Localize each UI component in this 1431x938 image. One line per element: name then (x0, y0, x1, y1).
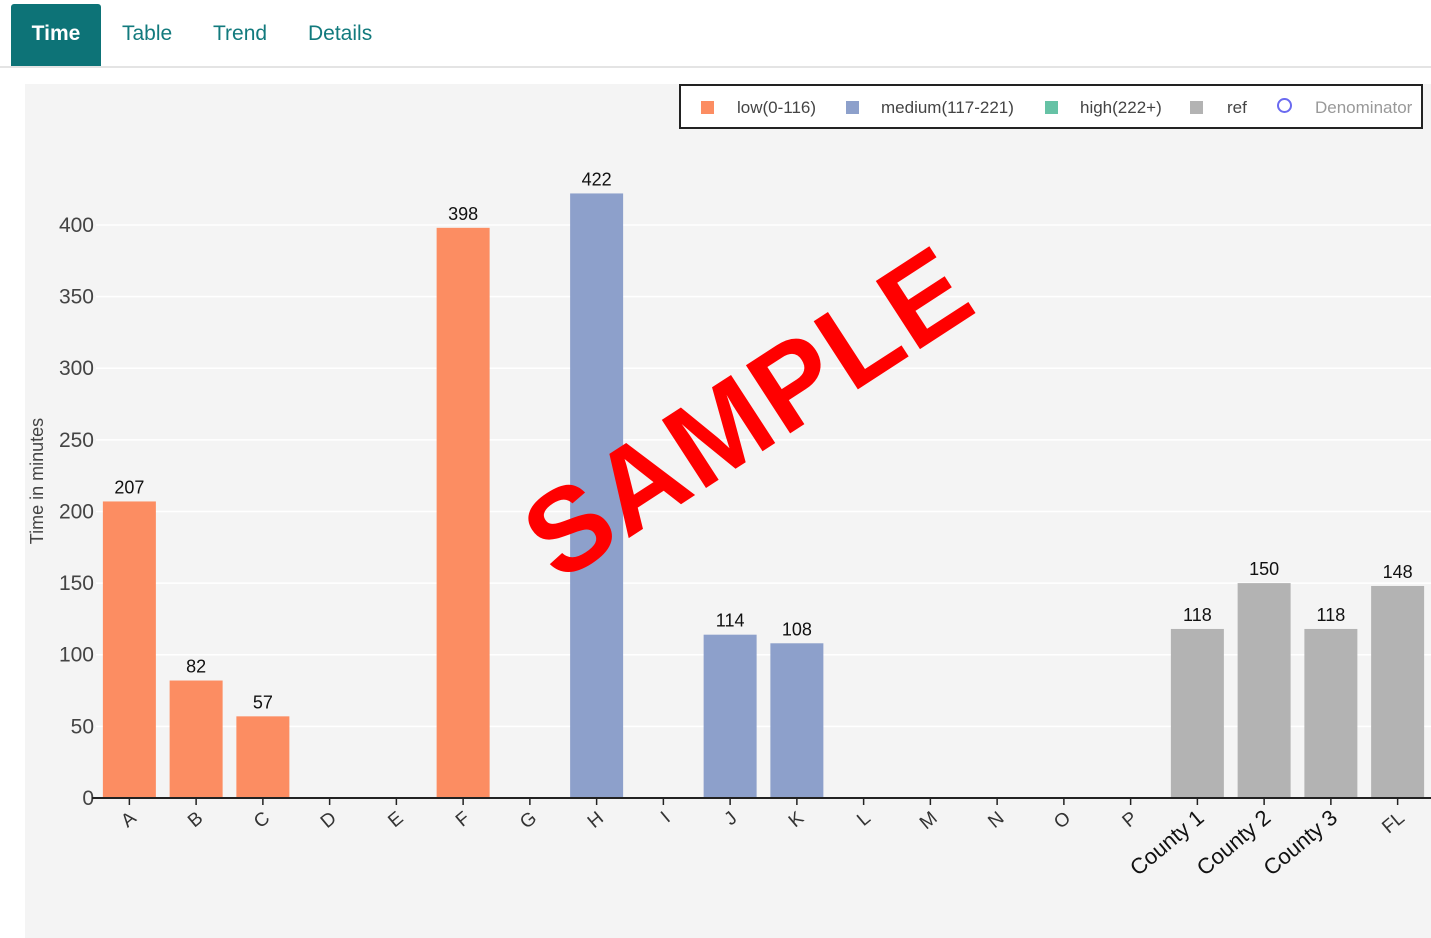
chart-legend: low(0-116) medium(117-221) high(222+) re… (679, 84, 1423, 129)
y-tick-label: 400 (59, 214, 94, 237)
x-tick-label: L (853, 808, 875, 831)
x-tick-label: M (916, 808, 942, 834)
y-tick-label: 350 (59, 286, 94, 309)
bar-f (436, 227, 490, 798)
legend-label-low[interactable]: low(0-116) (737, 86, 816, 131)
bar-county-2 (1237, 583, 1291, 798)
y-tick-label: 250 (59, 429, 94, 452)
data-label: 398 (448, 204, 478, 224)
x-tick-label: D (317, 808, 341, 833)
legend-label-medium[interactable]: medium(117-221) (881, 86, 1014, 131)
data-label: 108 (782, 619, 812, 639)
data-label: 57 (253, 692, 273, 712)
x-tick-label: O (1050, 808, 1075, 834)
x-tick-label: F (452, 808, 474, 832)
bar-a (102, 501, 156, 798)
legend-label-ref[interactable]: ref (1227, 86, 1247, 131)
x-tick-label: C (250, 808, 274, 833)
x-tick-label: FL (1378, 808, 1408, 838)
x-tick-label: B (184, 808, 207, 832)
legend-marker-denominator (1277, 98, 1292, 113)
x-tick-label: H (584, 808, 608, 833)
bar-c (236, 716, 290, 798)
legend-label-denominator[interactable]: Denominator (1315, 86, 1412, 131)
data-label: 82 (186, 657, 206, 677)
x-tick-label: P (1119, 808, 1142, 832)
bar-k (770, 643, 824, 798)
data-label: 114 (716, 611, 745, 631)
bar-b (169, 680, 223, 798)
y-tick-label: 50 (71, 715, 94, 738)
data-label: 118 (1317, 605, 1346, 625)
data-label: 422 (582, 169, 612, 189)
data-label: 207 (114, 477, 144, 497)
legend-swatch-ref (1190, 101, 1203, 114)
y-axis-label: Time in minutes (27, 418, 47, 544)
legend-swatch-medium (846, 101, 859, 114)
x-tick-label: I (657, 808, 675, 827)
x-tick-label: A (117, 808, 140, 832)
bar-county-1 (1170, 628, 1224, 798)
data-label: 118 (1183, 605, 1212, 625)
x-tick-label: County 2 (1192, 805, 1276, 881)
y-tick-label: 150 (59, 572, 94, 595)
legend-swatch-low (701, 101, 714, 114)
legend-label-high[interactable]: high(222+) (1080, 86, 1162, 131)
data-label: 148 (1383, 562, 1413, 582)
x-tick-label: County 3 (1259, 805, 1343, 881)
y-tick-label: 200 (59, 500, 94, 523)
x-tick-label: N (984, 808, 1008, 833)
y-tick-label: 100 (59, 644, 94, 667)
x-tick-label: J (721, 808, 742, 830)
x-tick-label: County 1 (1125, 805, 1209, 881)
bar-j (703, 634, 757, 798)
y-tick-label: 300 (59, 357, 94, 380)
bar-county-3 (1304, 628, 1358, 798)
bar-fl (1371, 585, 1425, 798)
x-tick-label: G (516, 808, 541, 834)
data-label: 150 (1249, 559, 1279, 579)
x-tick-label: E (384, 808, 407, 832)
legend-swatch-high (1045, 101, 1058, 114)
x-tick-label: K (785, 808, 808, 832)
